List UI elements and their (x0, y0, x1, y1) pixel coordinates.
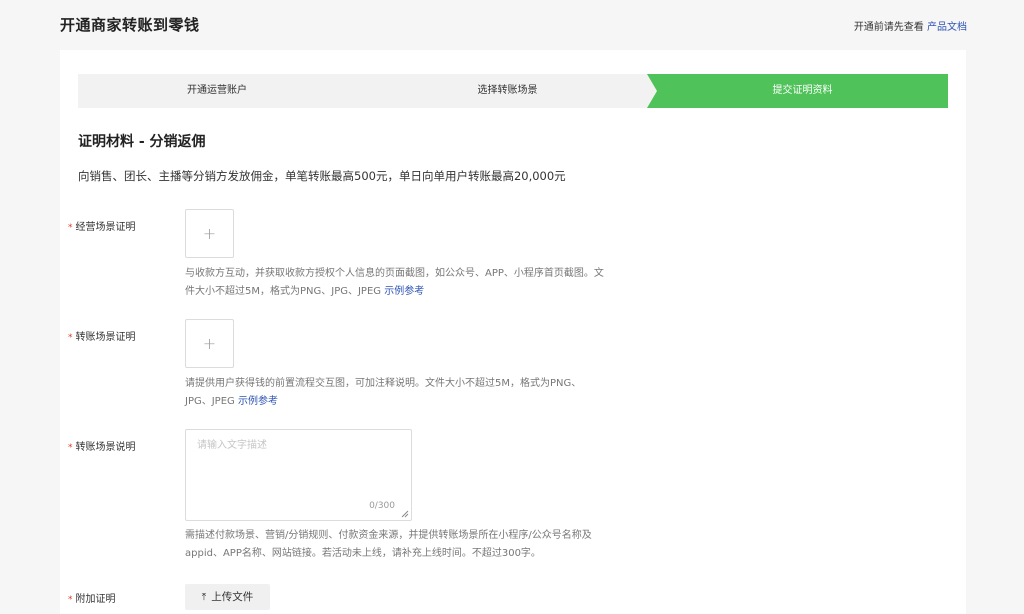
step-submit-proof: 提交证明资料 (657, 74, 948, 108)
transfer-desc-textarea-wrap: 0/300 (185, 429, 412, 521)
business-proof-help: 与收款方互动，并获取收款方授权个人信息的页面截图，如公众号、APP、小程序首页截… (185, 265, 605, 301)
business-proof-upload[interactable]: + (185, 209, 234, 258)
main-panel: 开通运营账户 选择转账场景 提交证明资料 证明材料 - 分销返佣 向销售、团长、… (60, 50, 966, 614)
business-proof-label-text: 经营场景证明 (75, 222, 136, 233)
required-mark: * (68, 333, 73, 343)
transfer-desc-help: 需描述付款场景、营销/分销规则、付款资金来源，并提供转账场景所在小程序/公众号名… (185, 527, 605, 563)
transfer-proof-label-text: 转账场景证明 (75, 332, 136, 343)
page-title: 开通商家转账到零钱 (60, 16, 200, 34)
attachment-label-text: 附加证明 (75, 594, 116, 605)
step-label: 开通运营账户 (187, 85, 247, 96)
business-proof-label: * 经营场景证明 (68, 218, 136, 233)
upload-file-button[interactable]: ⤒ 上传文件 (185, 584, 270, 610)
transfer-desc-help-text: 需描述付款场景、营销/分销规则、付款资金来源，并提供转账场景所在小程序/公众号名… (185, 530, 592, 559)
required-mark: * (68, 595, 73, 605)
transfer-proof-help: 请提供用户获得钱的前置流程交互图，可加注释说明。文件大小不超过5M，格式为PNG… (185, 375, 585, 411)
resize-handle-icon[interactable] (401, 510, 409, 518)
step-open-account: 开通运营账户 (78, 74, 356, 108)
char-counter: 0/300 (369, 501, 395, 511)
plus-icon: + (202, 334, 217, 353)
required-mark: * (68, 443, 73, 453)
transfer-proof-example-link[interactable]: 示例参考 (238, 396, 278, 407)
section-title: 证明材料 - 分销返佣 (78, 134, 206, 150)
step-label: 选择转账场景 (477, 85, 538, 96)
upload-file-button-label: 上传文件 (211, 591, 254, 603)
business-proof-example-link[interactable]: 示例参考 (384, 286, 424, 297)
header-note: 开通前请先查看 产品文档 (854, 18, 967, 33)
transfer-proof-label: * 转账场景证明 (68, 328, 136, 343)
transfer-proof-upload[interactable]: + (185, 319, 234, 368)
section-description: 向销售、团长、主播等分销方发放佣金，单笔转账最高500元，单日向单用户转账最高2… (78, 169, 566, 183)
step-bar: 开通运营账户 选择转账场景 提交证明资料 (78, 74, 948, 108)
transfer-desc-label: * 转账场景说明 (68, 438, 136, 453)
transfer-desc-label-text: 转账场景说明 (75, 442, 136, 453)
upload-icon: ⤒ (201, 592, 207, 603)
step-label: 提交证明资料 (772, 85, 833, 96)
attachment-label: * 附加证明 (68, 590, 116, 605)
header-note-text: 开通前请先查看 (853, 22, 924, 33)
page-header: 开通商家转账到零钱 开通前请先查看 产品文档 (0, 0, 1024, 50)
step-select-scene: 选择转账场景 (368, 74, 647, 108)
product-doc-link[interactable]: 产品文档 (927, 22, 967, 33)
plus-icon: + (202, 224, 217, 243)
required-mark: * (68, 223, 73, 233)
